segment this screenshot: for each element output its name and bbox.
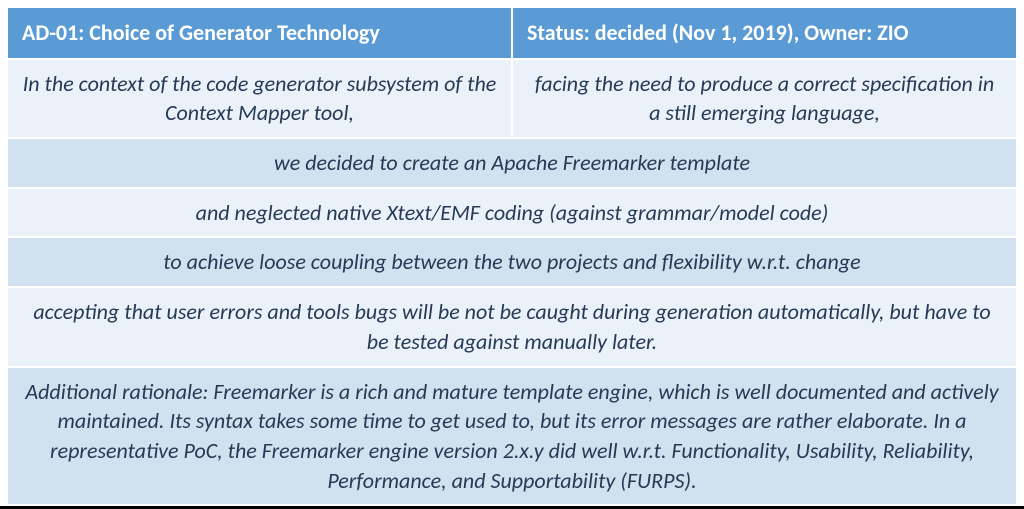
cell-left: In the context of the code generator sub… (7, 59, 512, 138)
table-row: we decided to create an Apache Freemarke… (7, 138, 1017, 188)
table-row: to achieve loose coupling between the tw… (7, 237, 1017, 287)
table-row: and neglected native Xtext/EMF coding (a… (7, 188, 1017, 238)
cell-full: accepting that user errors and tools bug… (7, 287, 1017, 366)
header-row: AD-01: Choice of Generator TechnologySta… (7, 7, 1017, 59)
table-row: In the context of the code generator sub… (7, 59, 1017, 138)
table: AD-01: Choice of Generator TechnologySta… (6, 6, 1018, 506)
table-row: Additional rationale: Freemarker is a ri… (7, 367, 1017, 506)
cell-full: and neglected native Xtext/EMF coding (a… (7, 188, 1017, 238)
cell-full: to achieve loose coupling between the tw… (7, 237, 1017, 287)
decision-record-table: AD-01: Choice of Generator TechnologySta… (0, 0, 1024, 509)
cell-full: we decided to create an Apache Freemarke… (7, 138, 1017, 188)
header-status: Status: decided (Nov 1, 2019), Owner: ZI… (512, 7, 1017, 59)
table-row: accepting that user errors and tools bug… (7, 287, 1017, 366)
cell-right: facing the need to produce a correct spe… (512, 59, 1017, 138)
cell-full: Additional rationale: Freemarker is a ri… (7, 367, 1017, 506)
header-title: AD-01: Choice of Generator Technology (7, 7, 512, 59)
